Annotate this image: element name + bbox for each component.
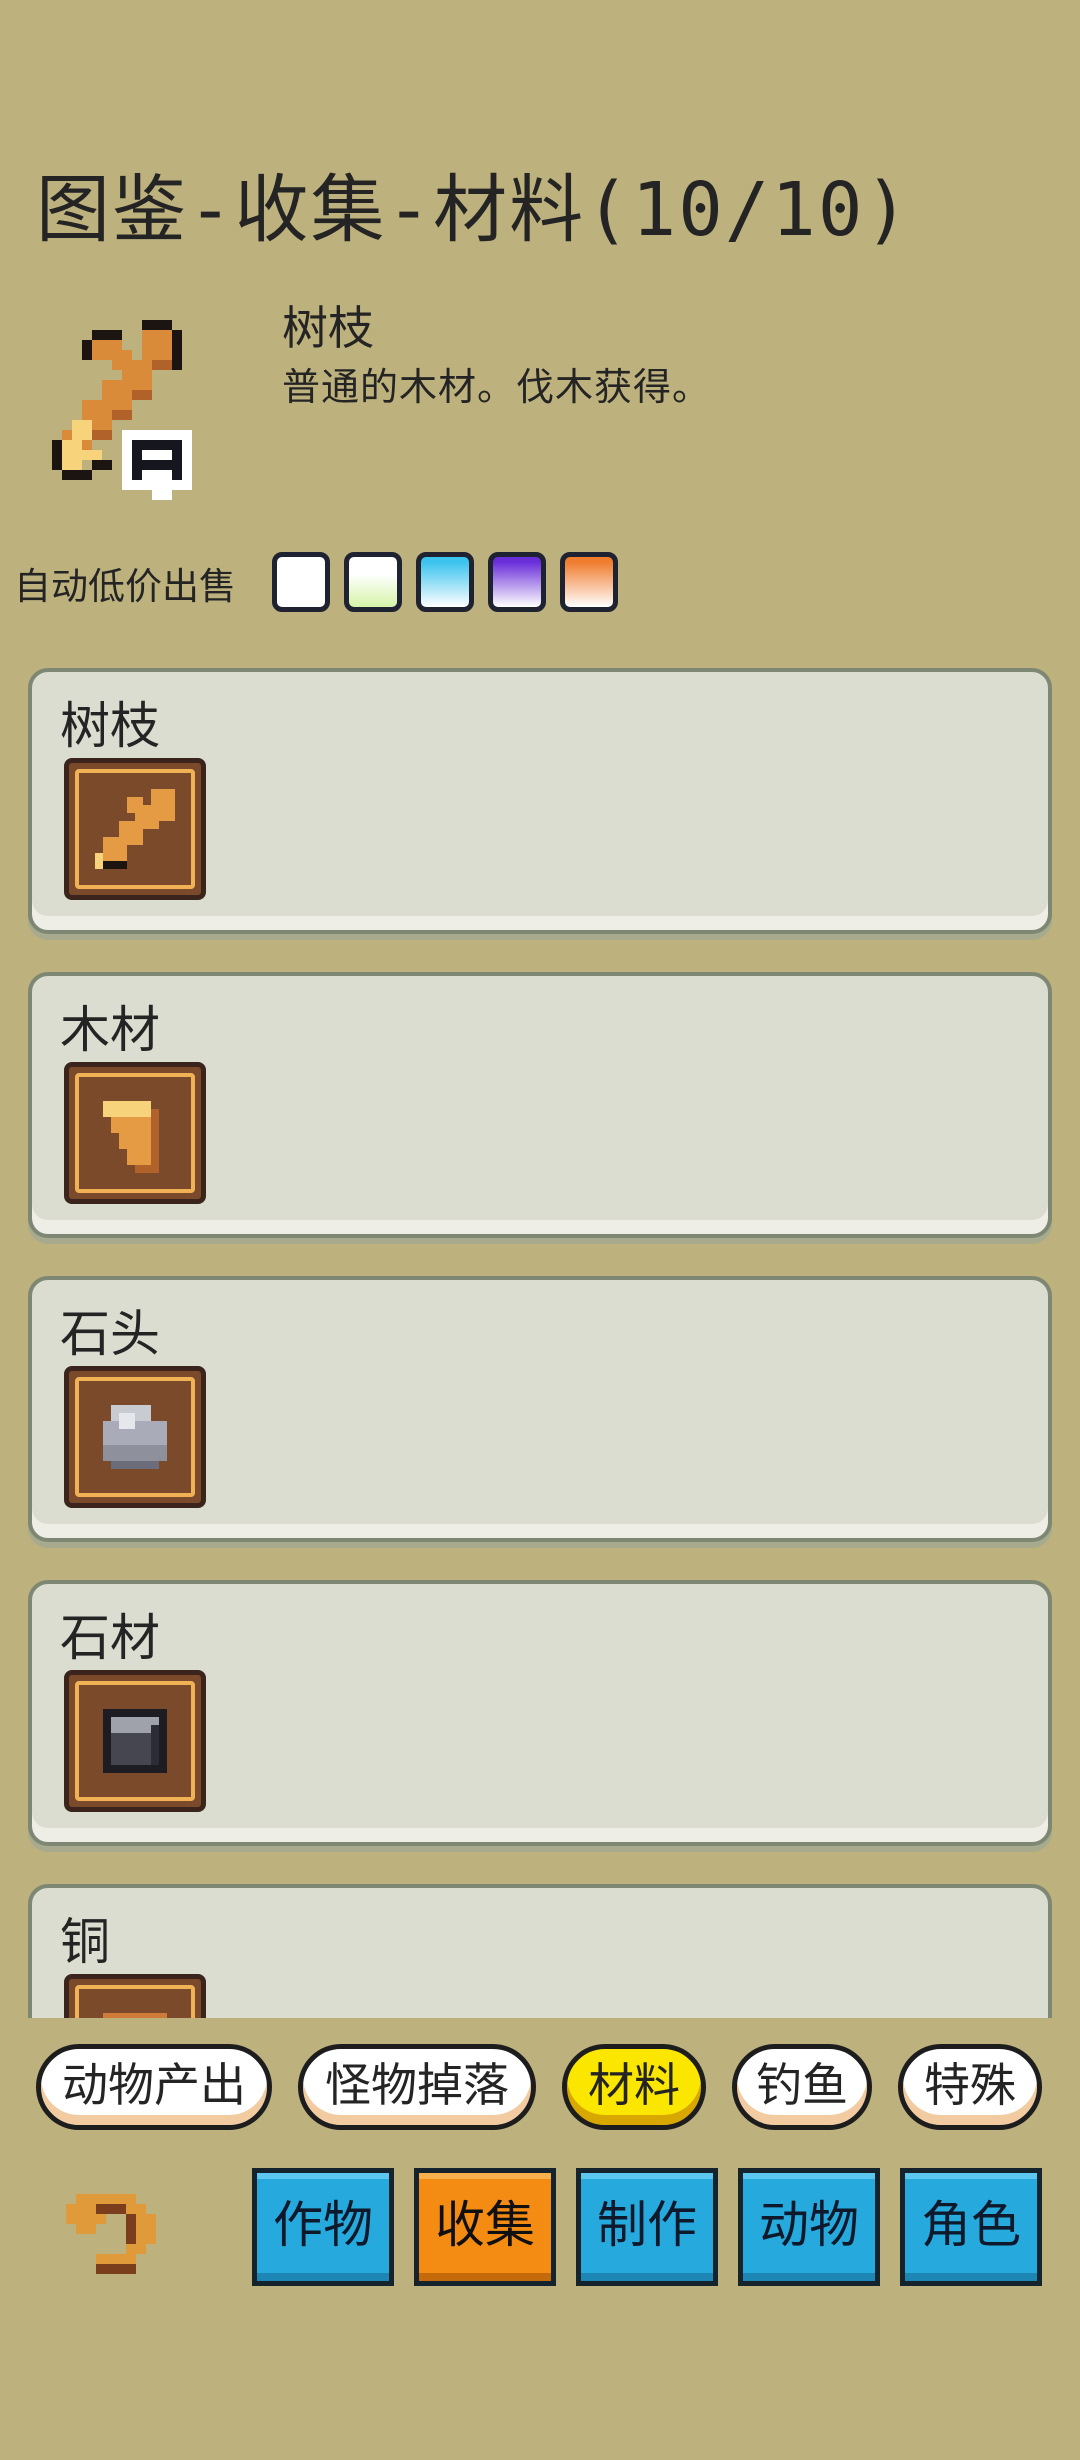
tab-crafting[interactable]: 制作 <box>576 2168 718 2286</box>
rarity-toggle-green[interactable] <box>344 552 402 612</box>
item-card-label: 石材 <box>60 1609 160 1667</box>
item-card[interactable]: 木材 <box>28 972 1052 1238</box>
rarity-toggle-white[interactable] <box>272 552 330 612</box>
autosell-label: 自动低价出售 <box>14 565 236 608</box>
page-title: 图鉴-收集-材料(10/10) <box>36 167 911 253</box>
autosell-rarity-toggles <box>272 552 618 612</box>
subcategory-fishing[interactable]: 钓鱼 <box>732 2044 872 2130</box>
tab-crops[interactable]: 作物 <box>252 2168 394 2286</box>
tab-collect[interactable]: 收集 <box>414 2168 556 2286</box>
wood-plank-icon <box>64 1062 206 1204</box>
branch-icon <box>64 758 206 900</box>
item-card[interactable]: 树枝 <box>28 668 1052 934</box>
selected-item-branch-icon <box>52 300 262 520</box>
tab-characters[interactable]: 角色 <box>900 2168 1042 2286</box>
selected-item-name: 树枝 <box>282 301 374 355</box>
item-card-label: 石头 <box>60 1305 160 1363</box>
rarity-toggle-purple[interactable] <box>488 552 546 612</box>
subcategory-materials[interactable]: 材料 <box>562 2044 706 2130</box>
copper-icon <box>64 1974 206 2018</box>
item-card[interactable]: 石头 <box>28 1276 1052 1542</box>
item-card[interactable]: 石材 <box>28 1580 1052 1846</box>
item-list[interactable]: 树枝 木材 石头 石材 铜 <box>28 668 1052 2018</box>
item-card-label: 木材 <box>60 1001 160 1059</box>
rarity-toggle-orange[interactable] <box>560 552 618 612</box>
stone-icon <box>64 1366 206 1508</box>
rarity-toggle-blue[interactable] <box>416 552 474 612</box>
subcategory-animal-products[interactable]: 动物产出 <box>36 2044 272 2130</box>
subcategory-bar: 动物产出 怪物掉落 材料 钓鱼 特殊 <box>0 2044 1080 2140</box>
item-card-label: 铜 <box>60 1913 110 1971</box>
tab-animals[interactable]: 动物 <box>738 2168 880 2286</box>
category-tab-bar: 作物 收集 制作 动物 角色 <box>0 2168 1080 2288</box>
item-card-label: 树枝 <box>60 697 160 755</box>
item-card[interactable]: 铜 <box>28 1884 1052 2018</box>
stone-block-icon <box>64 1670 206 1812</box>
selected-item-description: 普通的木材。伐木获得。 <box>282 365 712 409</box>
subcategory-monster-drops[interactable]: 怪物掉落 <box>298 2044 536 2130</box>
subcategory-special[interactable]: 特殊 <box>898 2044 1042 2130</box>
